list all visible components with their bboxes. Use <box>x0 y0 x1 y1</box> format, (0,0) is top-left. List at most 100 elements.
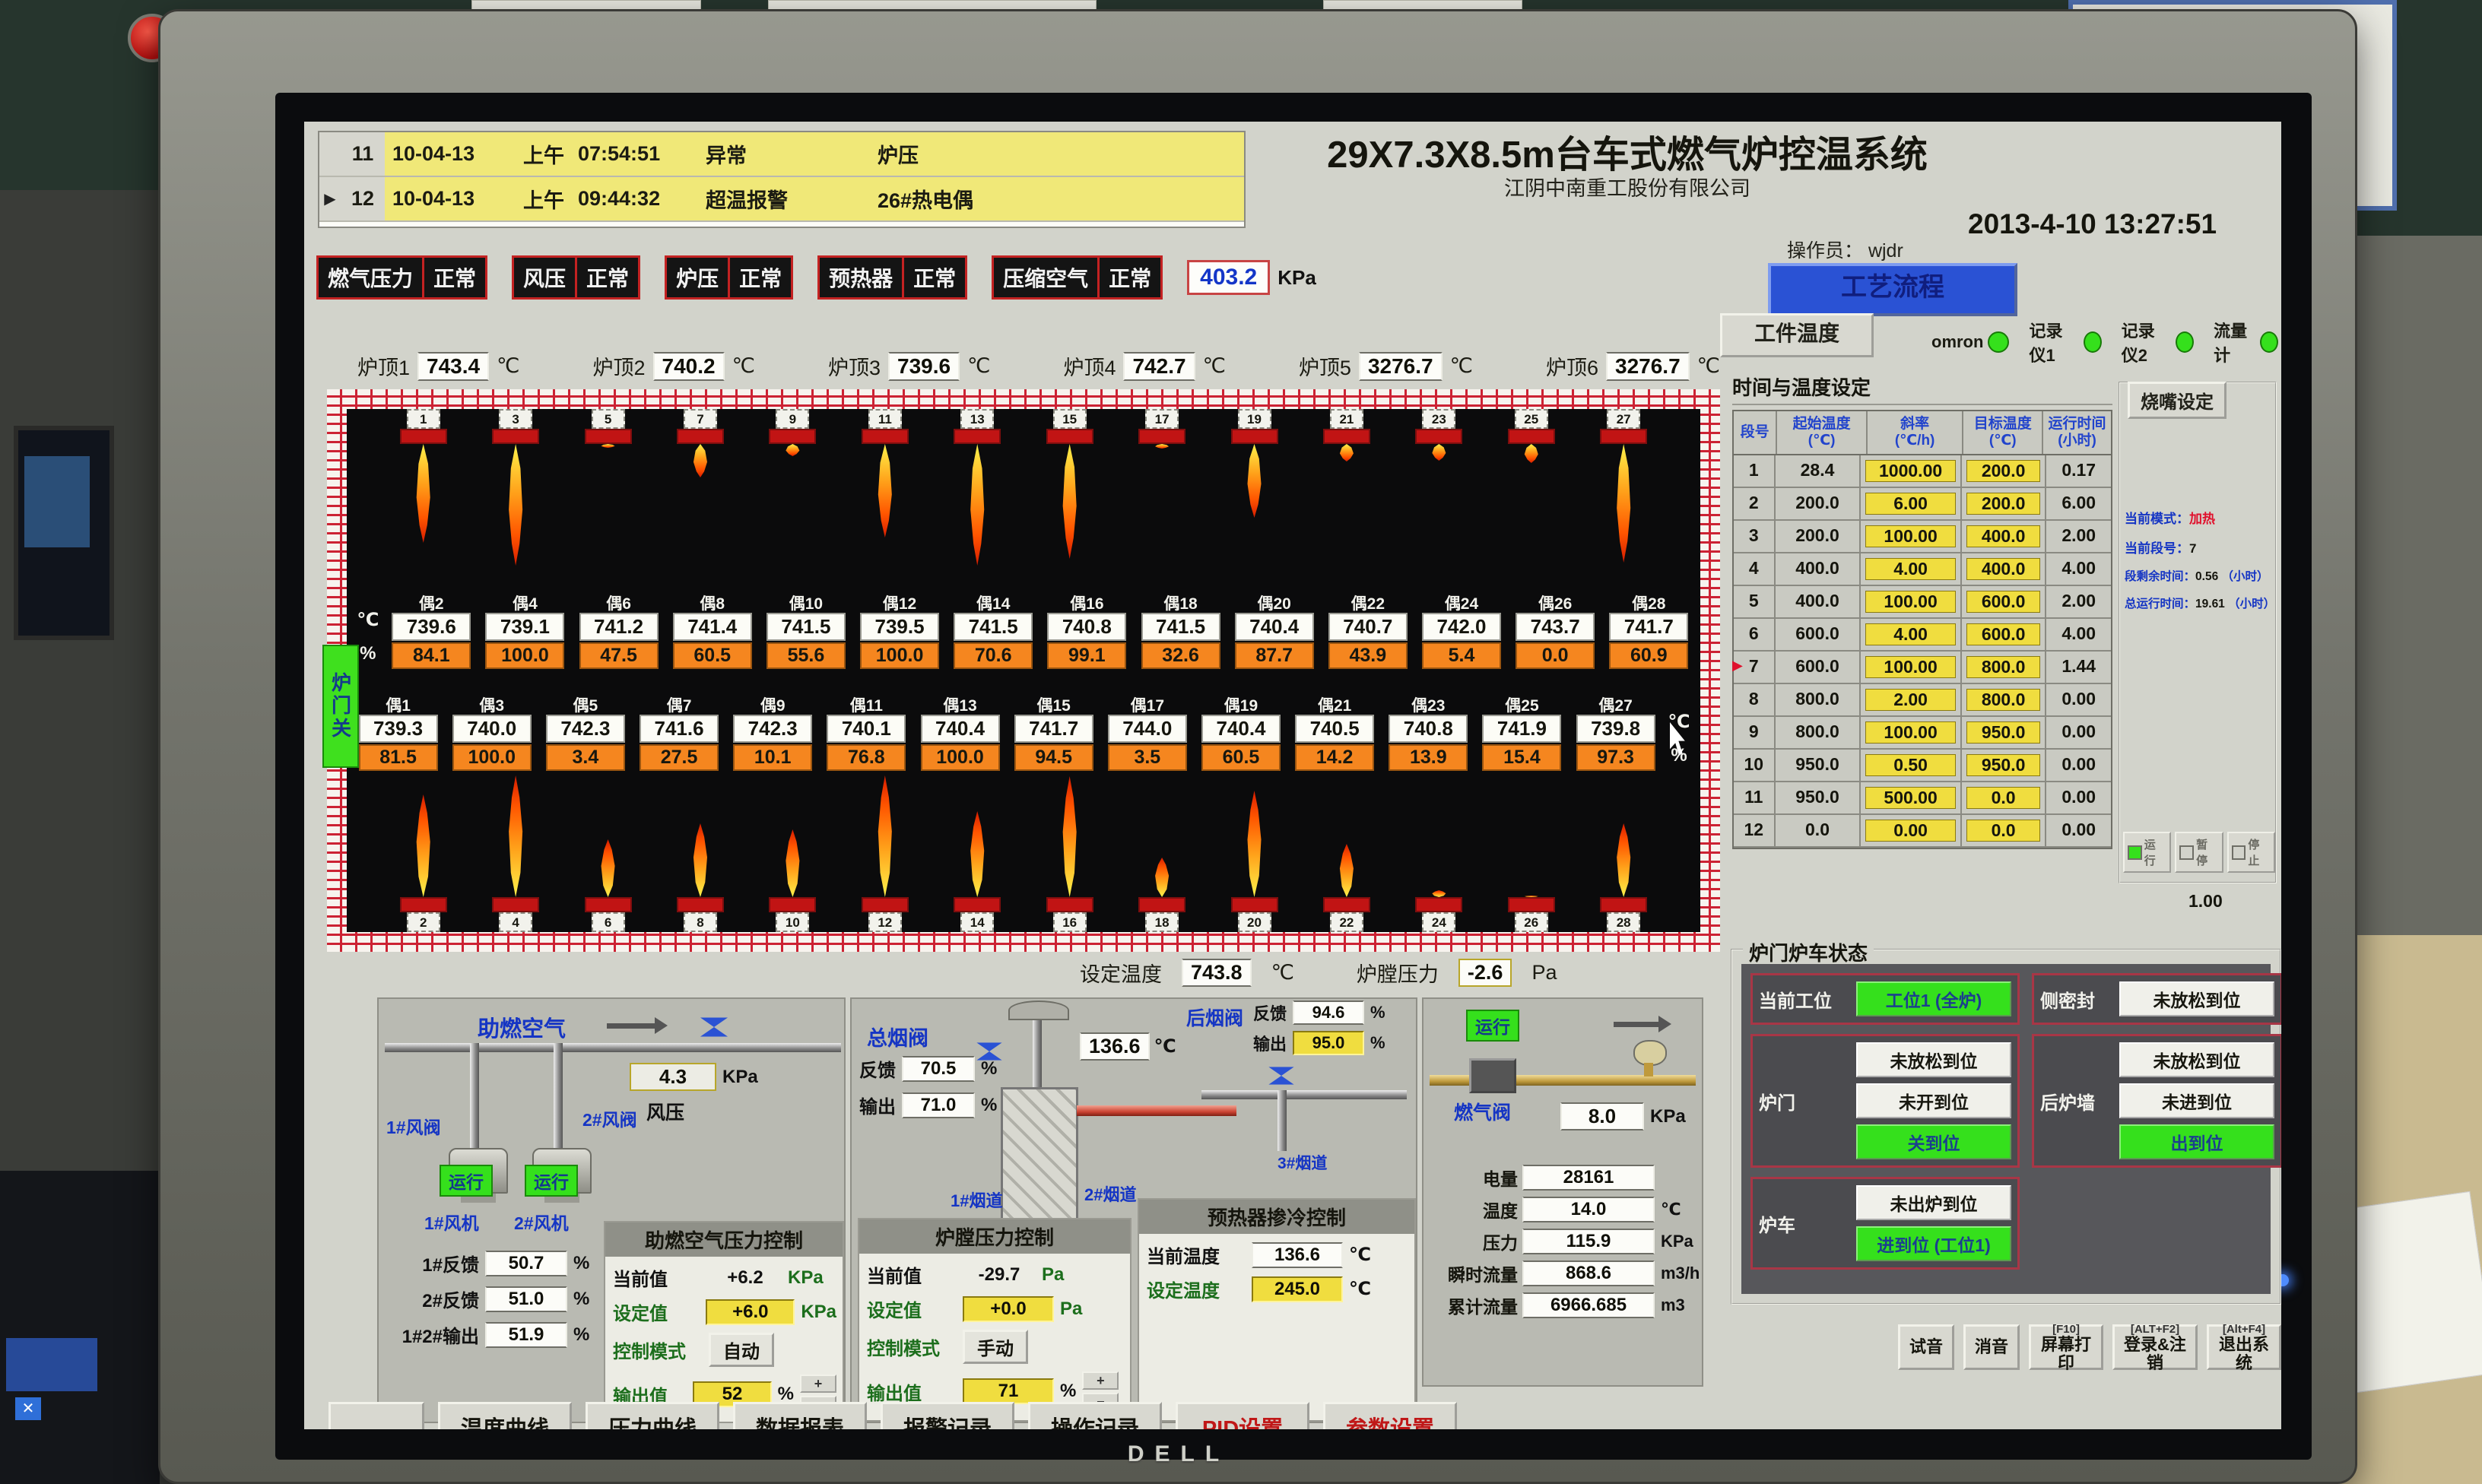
thermocouple-readout: 偶1 739.3 81.5 <box>351 693 445 771</box>
target-temp-cell[interactable]: 950.0 <box>1962 717 2047 748</box>
control-mode-button[interactable]: 手动 <box>963 1330 1028 1364</box>
slope-cell[interactable]: 1000.00 <box>1861 455 1961 487</box>
slope-cell[interactable]: 100.00 <box>1861 652 1961 683</box>
air-pressure-control: 助燃空气压力控制 当前值+6.2KPa 设定值+6.0KPa 控制模式自动 输出… <box>604 1221 844 1423</box>
target-temp-cell[interactable]: 800.0 <box>1962 652 2047 683</box>
roof-temp: 炉顶3 739.6 ℃ <box>828 351 990 381</box>
target-temp-cell[interactable]: 200.0 <box>1962 488 2047 519</box>
roof-temp-value: 743.4 <box>417 352 489 381</box>
schedule-row[interactable]: 2 200.0 6.00 200.0 6.00 <box>1734 488 2111 521</box>
burner-block <box>400 897 447 912</box>
tc-label: 偶15 <box>1036 693 1070 715</box>
tc-output: 32.6 <box>1141 642 1220 669</box>
slope-cell[interactable]: 4.00 <box>1861 619 1961 650</box>
slope-cell[interactable]: 6.00 <box>1861 488 1961 519</box>
pause-button[interactable]: 暂停 <box>2175 832 2223 873</box>
function-button[interactable]: 消音 <box>1963 1324 2020 1370</box>
alarm-ampm: 上午 <box>523 184 578 214</box>
nav-button[interactable]: 温度曲线 <box>438 1402 572 1429</box>
increase-button[interactable]: + <box>1082 1371 1119 1390</box>
target-temp-cell[interactable]: 200.0 <box>1962 455 2047 487</box>
process-flow-button[interactable]: 工艺流程 <box>1768 263 2017 316</box>
thermocouple-readout: 偶23 740.8 13.9 <box>1382 693 1475 771</box>
tc-output: 60.5 <box>1201 744 1281 771</box>
segment-number: 3 <box>1734 521 1776 552</box>
setpoint-temp[interactable]: 245.0 <box>1252 1276 1343 1302</box>
flame-icon <box>689 823 712 897</box>
feedback-value: 50.7 <box>485 1251 567 1276</box>
function-button[interactable]: [F10] 屏幕打印 <box>2029 1324 2103 1370</box>
nav-button-partial[interactable] <box>328 1402 424 1429</box>
schedule-row[interactable]: 4 400.0 4.00 400.0 4.00 <box>1734 553 2111 586</box>
function-button[interactable]: 试音 <box>1898 1324 1954 1370</box>
slope-cell[interactable]: 100.00 <box>1861 717 1961 748</box>
alarm-row[interactable]: 11 10-04-13 上午 07:54:51 异常 炉压 <box>319 132 1244 177</box>
alarm-source: 炉压 <box>878 139 1244 169</box>
thermocouple-readout: 偶11 740.1 76.8 <box>820 693 913 771</box>
nav-button[interactable]: 参数设置 <box>1323 1402 1457 1429</box>
slope-cell[interactable]: 0.50 <box>1861 750 1961 781</box>
nav-button[interactable]: 数据报表 <box>733 1402 867 1429</box>
function-button-label: 消音 <box>1972 1338 2011 1356</box>
segment-number: 1 <box>1734 455 1776 487</box>
target-temp-cell[interactable]: 400.0 <box>1962 553 2047 585</box>
nav-button[interactable]: PID设置 <box>1176 1402 1309 1429</box>
slope-cell[interactable]: 100.00 <box>1861 521 1961 552</box>
roof-temp-unit: ℃ <box>1203 354 1226 378</box>
schedule-row[interactable]: 6 600.0 4.00 600.0 4.00 <box>1734 619 2111 652</box>
schedule-row[interactable]: 8 800.0 2.00 800.0 0.00 <box>1734 684 2111 717</box>
burner-number: 23 <box>1422 409 1455 429</box>
nav-button[interactable]: 操作记录 <box>1028 1402 1162 1429</box>
schedule-row[interactable]: 11 950.0 500.00 0.0 0.00 <box>1734 782 2111 815</box>
slope-cell[interactable]: 2.00 <box>1861 684 1961 715</box>
tc-output: 10.1 <box>733 744 812 771</box>
slope-cell[interactable]: 100.00 <box>1861 586 1961 617</box>
burner-setting-button[interactable]: 烧嘴设定 <box>2128 382 2226 419</box>
nav-button[interactable]: 压力曲线 <box>586 1402 719 1429</box>
burner-number: 2 <box>407 912 440 932</box>
function-button[interactable]: [ALT+F2] 登录&注销 <box>2112 1324 2198 1370</box>
target-temp-cell[interactable]: 400.0 <box>1962 521 2047 552</box>
gas-meter-icon <box>1633 1040 1667 1066</box>
target-temp-cell[interactable]: 0.0 <box>1962 782 2047 813</box>
gas-run-status: 运行 <box>1466 1010 1519 1042</box>
schedule-row[interactable]: 9 800.0 100.00 950.0 0.00 <box>1734 717 2111 750</box>
indicator-label: omron <box>1931 332 1983 352</box>
roof-temp-value: 740.2 <box>653 352 725 381</box>
target-temp-cell[interactable]: 600.0 <box>1962 619 2047 650</box>
output-value[interactable]: 71 <box>963 1378 1054 1404</box>
burner-number: 7 <box>684 409 717 429</box>
schedule-row[interactable]: ▶7 600.0 100.00 800.0 1.44 <box>1734 652 2111 684</box>
increase-button[interactable]: + <box>800 1375 836 1393</box>
schedule-row[interactable]: 1 28.4 1000.00 200.0 0.17 <box>1734 455 2111 488</box>
slope-cell[interactable]: 0.00 <box>1861 815 1961 846</box>
workpiece-temp-button[interactable]: 工件温度 <box>1720 313 1874 357</box>
target-temp-cell[interactable]: 600.0 <box>1962 586 2047 617</box>
schedule-row[interactable]: 3 200.0 100.00 400.0 2.00 <box>1734 521 2111 553</box>
alarm-list[interactable]: 11 10-04-13 上午 07:54:51 异常 炉压 ▶ 12 10-04… <box>318 131 1246 228</box>
thermocouple-readout: 偶20 740.4 87.7 <box>1227 591 1321 669</box>
slope-cell[interactable]: 4.00 <box>1861 553 1961 585</box>
tc-label: 偶25 <box>1505 693 1538 715</box>
schedule-row[interactable]: 5 400.0 100.00 600.0 2.00 <box>1734 586 2111 619</box>
control-mode-button[interactable]: 自动 <box>709 1333 774 1367</box>
stop-button[interactable]: 停止 <box>2227 832 2275 873</box>
burner-block <box>862 897 909 912</box>
target-temp-cell[interactable]: 800.0 <box>1962 684 2047 715</box>
alarm-ampm: 上午 <box>523 139 578 169</box>
schedule-row[interactable]: 10 950.0 0.50 950.0 0.00 <box>1734 750 2111 782</box>
slope-cell[interactable]: 500.00 <box>1861 782 1961 813</box>
alarm-row[interactable]: ▶ 12 10-04-13 上午 09:44:32 超温报警 26#热电偶 <box>319 177 1244 222</box>
hmi-screen: 11 10-04-13 上午 07:54:51 异常 炉压 ▶ 12 10-04… <box>304 122 2281 1429</box>
target-temp-cell[interactable]: 950.0 <box>1962 750 2047 781</box>
status-chip: 未放松到位 <box>1856 1042 2011 1077</box>
function-button[interactable]: [Alt+F4] 退出系统 <box>2207 1324 2281 1370</box>
burner-top: 9 <box>747 409 839 572</box>
setpoint-value[interactable]: +0.0 <box>963 1296 1054 1322</box>
burner-top: 13 <box>932 409 1024 572</box>
schedule-row[interactable]: 12 0.0 0.00 0.0 0.00 <box>1734 815 2111 848</box>
nav-button[interactable]: 报警记录 <box>881 1402 1014 1429</box>
run-button[interactable]: 运行 <box>2123 832 2171 873</box>
setpoint-value[interactable]: +6.0 <box>706 1299 795 1325</box>
target-temp-cell[interactable]: 0.0 <box>1962 815 2047 846</box>
